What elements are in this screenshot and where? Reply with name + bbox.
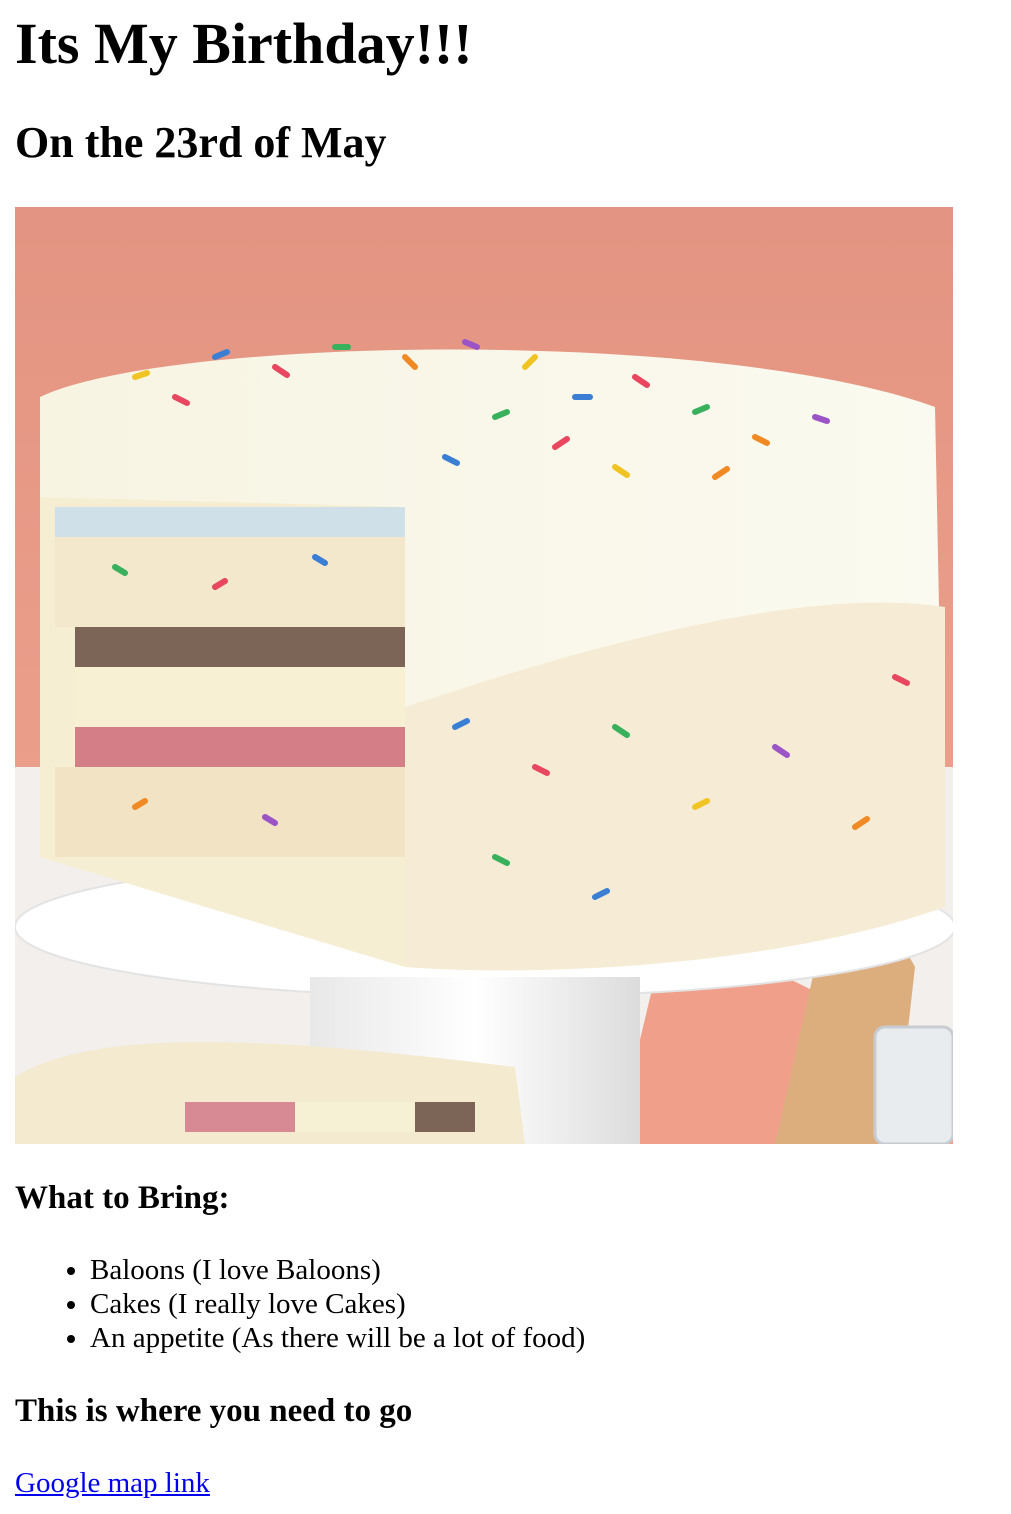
google-map-link[interactable]: Google map link [15, 1466, 210, 1500]
date-heading: On the 23rd of May [15, 118, 387, 167]
location-heading: This is where you need to go [15, 1393, 413, 1429]
birthday-cake-image [15, 207, 953, 1144]
list-item: Baloons (I love Baloons) [90, 1253, 585, 1287]
bring-list: Baloons (I love Baloons) Cakes (I really… [15, 1253, 585, 1355]
what-to-bring-heading: What to Bring: [15, 1180, 230, 1216]
list-item: Cakes (I really love Cakes) [90, 1287, 585, 1321]
list-item: An appetite (As there will be a lot of f… [90, 1321, 585, 1355]
page-title: Its My Birthday!!! [15, 11, 473, 76]
